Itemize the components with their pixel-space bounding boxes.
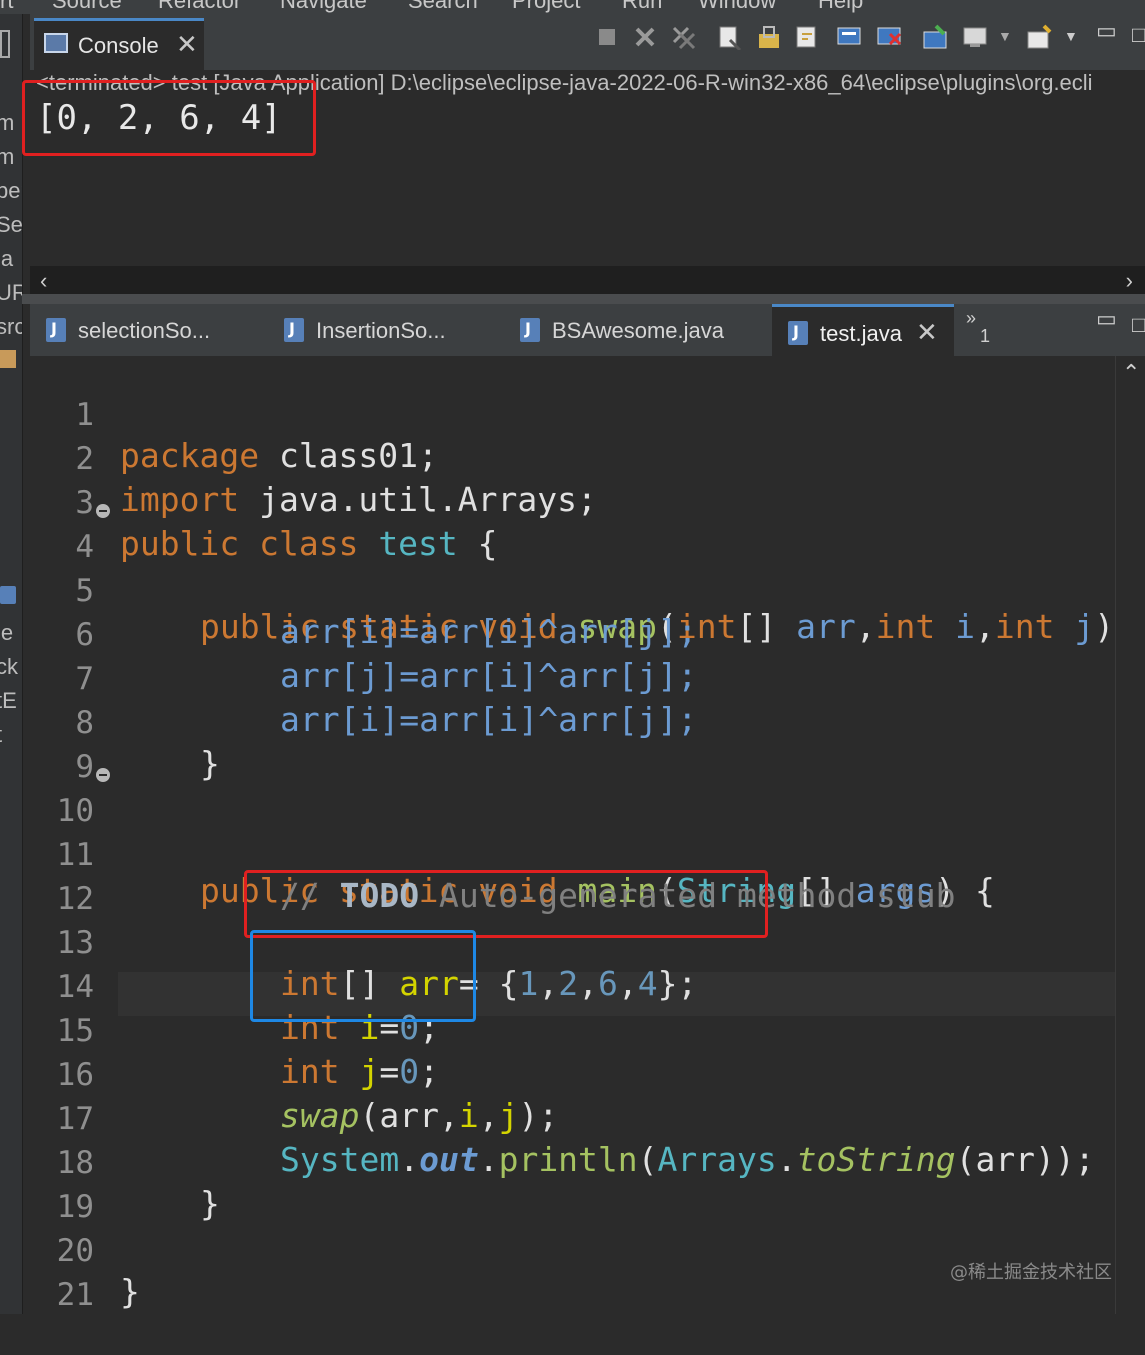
code-line: 11 // TODO Auto-generated method stub	[30, 798, 1115, 915]
show-on-error-icon[interactable]	[876, 24, 902, 50]
menu-item-run[interactable]: Run	[622, 0, 662, 14]
clear-console-icon[interactable]	[716, 24, 742, 50]
code-line: 17 System.out.println(Arrays.toString(ar…	[30, 1062, 1115, 1179]
pin-console-icon[interactable]	[922, 24, 948, 50]
console-tab-label: Console	[78, 33, 159, 58]
editor-tab-bar: selectionSo... InsertionSo... BSAwesome.…	[30, 304, 1145, 357]
menu-item-source[interactable]: Source	[52, 0, 122, 14]
open-console-icon[interactable]	[1026, 24, 1052, 50]
menu-item-navigate[interactable]: Navigate	[280, 0, 367, 14]
close-icon[interactable]: ✕	[176, 29, 198, 60]
dropdown-arrow-icon[interactable]: ▼	[998, 28, 1012, 44]
index-variables-highlight-box	[250, 930, 476, 1022]
remove-launch-icon[interactable]	[632, 24, 658, 50]
package-explorer-strip: m m per Se ja UR src je ck tE t	[0, 14, 23, 1314]
chevron-double-right-icon: »	[966, 308, 977, 328]
code-line: 15 int j=0;	[30, 974, 1115, 1091]
tab-bs-awesome[interactable]: BSAwesome.java	[504, 304, 764, 356]
explorer-fragment[interactable]: m	[0, 110, 14, 136]
maximize-icon[interactable]: □	[1132, 312, 1145, 338]
scroll-right-icon[interactable]: ›	[1126, 268, 1133, 294]
scroll-lock-icon[interactable]	[756, 24, 782, 50]
fold-collapse-icon[interactable]	[96, 768, 110, 782]
code-line: 16 swap(arr,i,j);	[30, 1018, 1115, 1135]
word-wrap-icon[interactable]	[794, 24, 820, 50]
remove-all-terminated-icon[interactable]	[670, 24, 696, 50]
view-divider	[22, 294, 1145, 304]
overflow-count: 1	[980, 326, 991, 346]
code-line: 2 import java.util.Arrays;	[30, 402, 1115, 519]
show-on-output-icon[interactable]	[836, 24, 862, 50]
tab-insertion-sort[interactable]: InsertionSo...	[268, 304, 498, 356]
terminate-icon[interactable]	[594, 24, 620, 50]
code-line: 18 }	[30, 1106, 1115, 1223]
console-icon	[44, 33, 68, 53]
menu-item-search[interactable]: Search	[408, 0, 478, 14]
code-line: 5 arr[i]=arr[i]^arr[j];	[30, 534, 1115, 651]
java-file-icon	[0, 586, 16, 604]
explorer-fragment[interactable]: per	[0, 178, 22, 204]
code-line: 6 arr[j]=arr[i]^arr[j];	[30, 578, 1115, 695]
menu-item-help[interactable]: Help	[818, 0, 863, 14]
code-line: 3 public class test {	[30, 446, 1115, 563]
explorer-fragment[interactable]: t	[0, 722, 2, 748]
explorer-fragment[interactable]: src	[0, 314, 22, 340]
java-file-icon	[788, 321, 808, 345]
console-tab-bar: Console ✕ ▼ ▼ ▭ □	[30, 14, 1145, 71]
scroll-left-icon[interactable]: ‹	[40, 268, 47, 294]
close-icon[interactable]: ✕	[916, 317, 938, 348]
code-editor[interactable]: 1 package class01; 2 import java.util.Ar…	[30, 356, 1115, 1314]
tab-overflow-button[interactable]: » 1	[966, 308, 990, 346]
explorer-fragment[interactable]: Se	[0, 212, 22, 238]
code-line: 1 package class01;	[30, 358, 1115, 475]
maximize-icon[interactable]: □	[1132, 22, 1145, 48]
tab-selection-sort[interactable]: selectionSo...	[30, 304, 260, 356]
java-file-icon	[520, 318, 540, 342]
fold-collapse-icon[interactable]	[96, 504, 110, 518]
menu-item-partial[interactable]: rt	[0, 0, 13, 14]
output-highlight-box	[22, 80, 316, 156]
code-line: 7 arr[i]=arr[i]^arr[j];	[30, 622, 1115, 739]
explorer-fragment[interactable]: je	[0, 620, 13, 646]
menu-item-window[interactable]: Window	[698, 0, 776, 14]
package-icon	[0, 350, 16, 368]
java-file-icon	[46, 318, 66, 342]
editor-tab-label: BSAwesome.java	[552, 318, 725, 343]
editor-tab-label: selectionSo...	[78, 318, 211, 343]
editor-tab-label: InsertionSo...	[316, 318, 446, 343]
editor-tab-label: test.java	[820, 321, 902, 346]
console-horizontal-scrollbar[interactable]: ‹ ›	[30, 266, 1145, 294]
code-line: 19	[30, 1150, 1115, 1225]
code-line: 20 }	[30, 1194, 1115, 1311]
line-number: 21	[56, 1277, 94, 1313]
tab-test-java[interactable]: test.java ✕	[772, 304, 954, 356]
explorer-fragment[interactable]: m	[0, 144, 14, 170]
display-selected-console-icon[interactable]	[962, 24, 988, 50]
console-output-area: <terminated> test [Java Application] D:\…	[22, 70, 1145, 266]
menu-bar: rt Source Refactor Navigate Search Proje…	[0, 0, 1145, 14]
code-line: 4 public static void swap(int[] arr,int …	[30, 490, 1115, 646]
explorer-fragment[interactable]: ja	[0, 246, 13, 272]
code-line: 8 }	[30, 666, 1115, 783]
explorer-fragment[interactable]: ck	[0, 654, 18, 680]
watermark: @稀土掘金技术社区	[950, 1262, 1112, 1283]
minimize-icon[interactable]: ▭	[1096, 306, 1117, 332]
explorer-fragment[interactable]: tE	[0, 688, 17, 714]
view-menu-icon[interactable]: ▼	[1064, 28, 1078, 44]
code-line: 10 public static void main(String[] args…	[30, 754, 1115, 910]
scroll-up-icon[interactable]: ⌃	[1122, 360, 1140, 386]
code-line: 9	[30, 710, 1115, 785]
menu-item-refactor[interactable]: Refactor	[158, 0, 241, 14]
panel-edge-icon	[0, 30, 10, 58]
explorer-fragment[interactable]: UR	[0, 280, 22, 306]
tab-console[interactable]: Console ✕	[34, 18, 204, 70]
array-declaration-highlight-box	[244, 870, 768, 938]
menu-item-project[interactable]: Project	[512, 0, 580, 14]
editor-vertical-scrollbar[interactable]: ⌃	[1115, 356, 1145, 1314]
java-file-icon	[284, 318, 304, 342]
minimize-icon[interactable]: ▭	[1096, 18, 1117, 44]
